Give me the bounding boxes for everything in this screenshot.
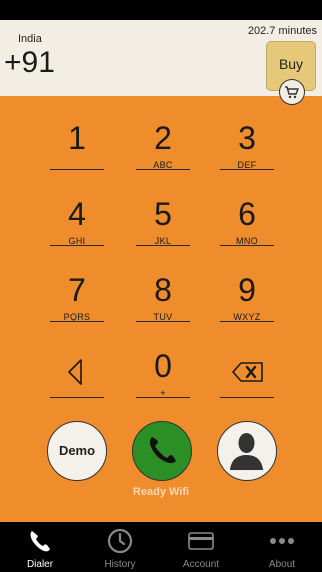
key-7[interactable]: 7 PQRS xyxy=(49,272,105,332)
key-number: 3 xyxy=(238,120,256,156)
key-number: 8 xyxy=(154,272,172,308)
key-number: 5 xyxy=(154,196,172,232)
connection-status: Ready Wifi xyxy=(132,486,190,498)
country-code[interactable]: +91 xyxy=(4,46,55,80)
key-underline xyxy=(136,321,190,322)
key-underline xyxy=(220,245,274,246)
demo-button[interactable]: Demo xyxy=(47,421,107,481)
status-bar xyxy=(0,0,322,20)
tab-label: History xyxy=(104,559,136,570)
key-number: 6 xyxy=(238,196,256,232)
key-number: 1 xyxy=(68,120,86,156)
more-icon xyxy=(270,538,294,544)
credit-card-icon xyxy=(188,532,214,550)
tab-label: Dialer xyxy=(26,559,54,570)
phone-icon xyxy=(149,437,176,464)
tab-bar: Dialer History Account About xyxy=(0,522,322,572)
tab-dialer[interactable]: Dialer xyxy=(0,522,80,572)
back-button[interactable] xyxy=(49,348,105,408)
backspace-icon xyxy=(232,362,263,382)
key-4[interactable]: 4 GHI xyxy=(49,196,105,256)
tab-history[interactable]: History xyxy=(80,522,160,572)
key-underline xyxy=(136,397,190,398)
key-5[interactable]: 5 JKL xyxy=(135,196,191,256)
key-underline xyxy=(50,245,104,246)
key-2[interactable]: 2 ABC xyxy=(135,120,191,180)
key-0[interactable]: 0 + xyxy=(135,348,191,408)
key-number: 0 xyxy=(154,348,172,384)
key-1[interactable]: 1 xyxy=(49,120,105,180)
minutes-balance: 202.7 minutes xyxy=(247,25,317,37)
call-button[interactable] xyxy=(132,421,192,481)
key-number: 7 xyxy=(68,272,86,308)
cart-icon[interactable] xyxy=(279,79,305,105)
key-underline xyxy=(220,397,274,398)
country-name[interactable]: India xyxy=(18,33,42,45)
key-underline xyxy=(50,321,104,322)
key-underline xyxy=(50,169,104,170)
key-number: 2 xyxy=(154,120,172,156)
clock-icon xyxy=(107,528,133,554)
left-arrow-icon xyxy=(68,359,82,385)
delete-button[interactable] xyxy=(219,348,275,408)
demo-label: Demo xyxy=(58,443,96,458)
buy-label: Buy xyxy=(278,56,304,72)
key-8[interactable]: 8 TUV xyxy=(135,272,191,332)
phone-icon xyxy=(30,531,50,552)
key-6[interactable]: 6 MNO xyxy=(219,196,275,256)
tab-label: About xyxy=(268,559,296,570)
key-3[interactable]: 3 DEF xyxy=(219,120,275,180)
contacts-button[interactable] xyxy=(217,421,277,481)
key-underline xyxy=(50,397,104,398)
header: India +91 202.7 minutes Buy xyxy=(0,20,322,96)
key-underline xyxy=(136,169,190,170)
key-underline xyxy=(220,321,274,322)
key-underline xyxy=(220,169,274,170)
tab-label: Account xyxy=(182,559,220,570)
key-underline xyxy=(136,245,190,246)
key-number: 9 xyxy=(238,272,256,308)
key-9[interactable]: 9 WXYZ xyxy=(219,272,275,332)
person-icon xyxy=(230,433,263,470)
tab-account[interactable]: Account xyxy=(161,522,241,572)
tab-about[interactable]: About xyxy=(242,522,322,572)
key-number: 4 xyxy=(68,196,86,232)
